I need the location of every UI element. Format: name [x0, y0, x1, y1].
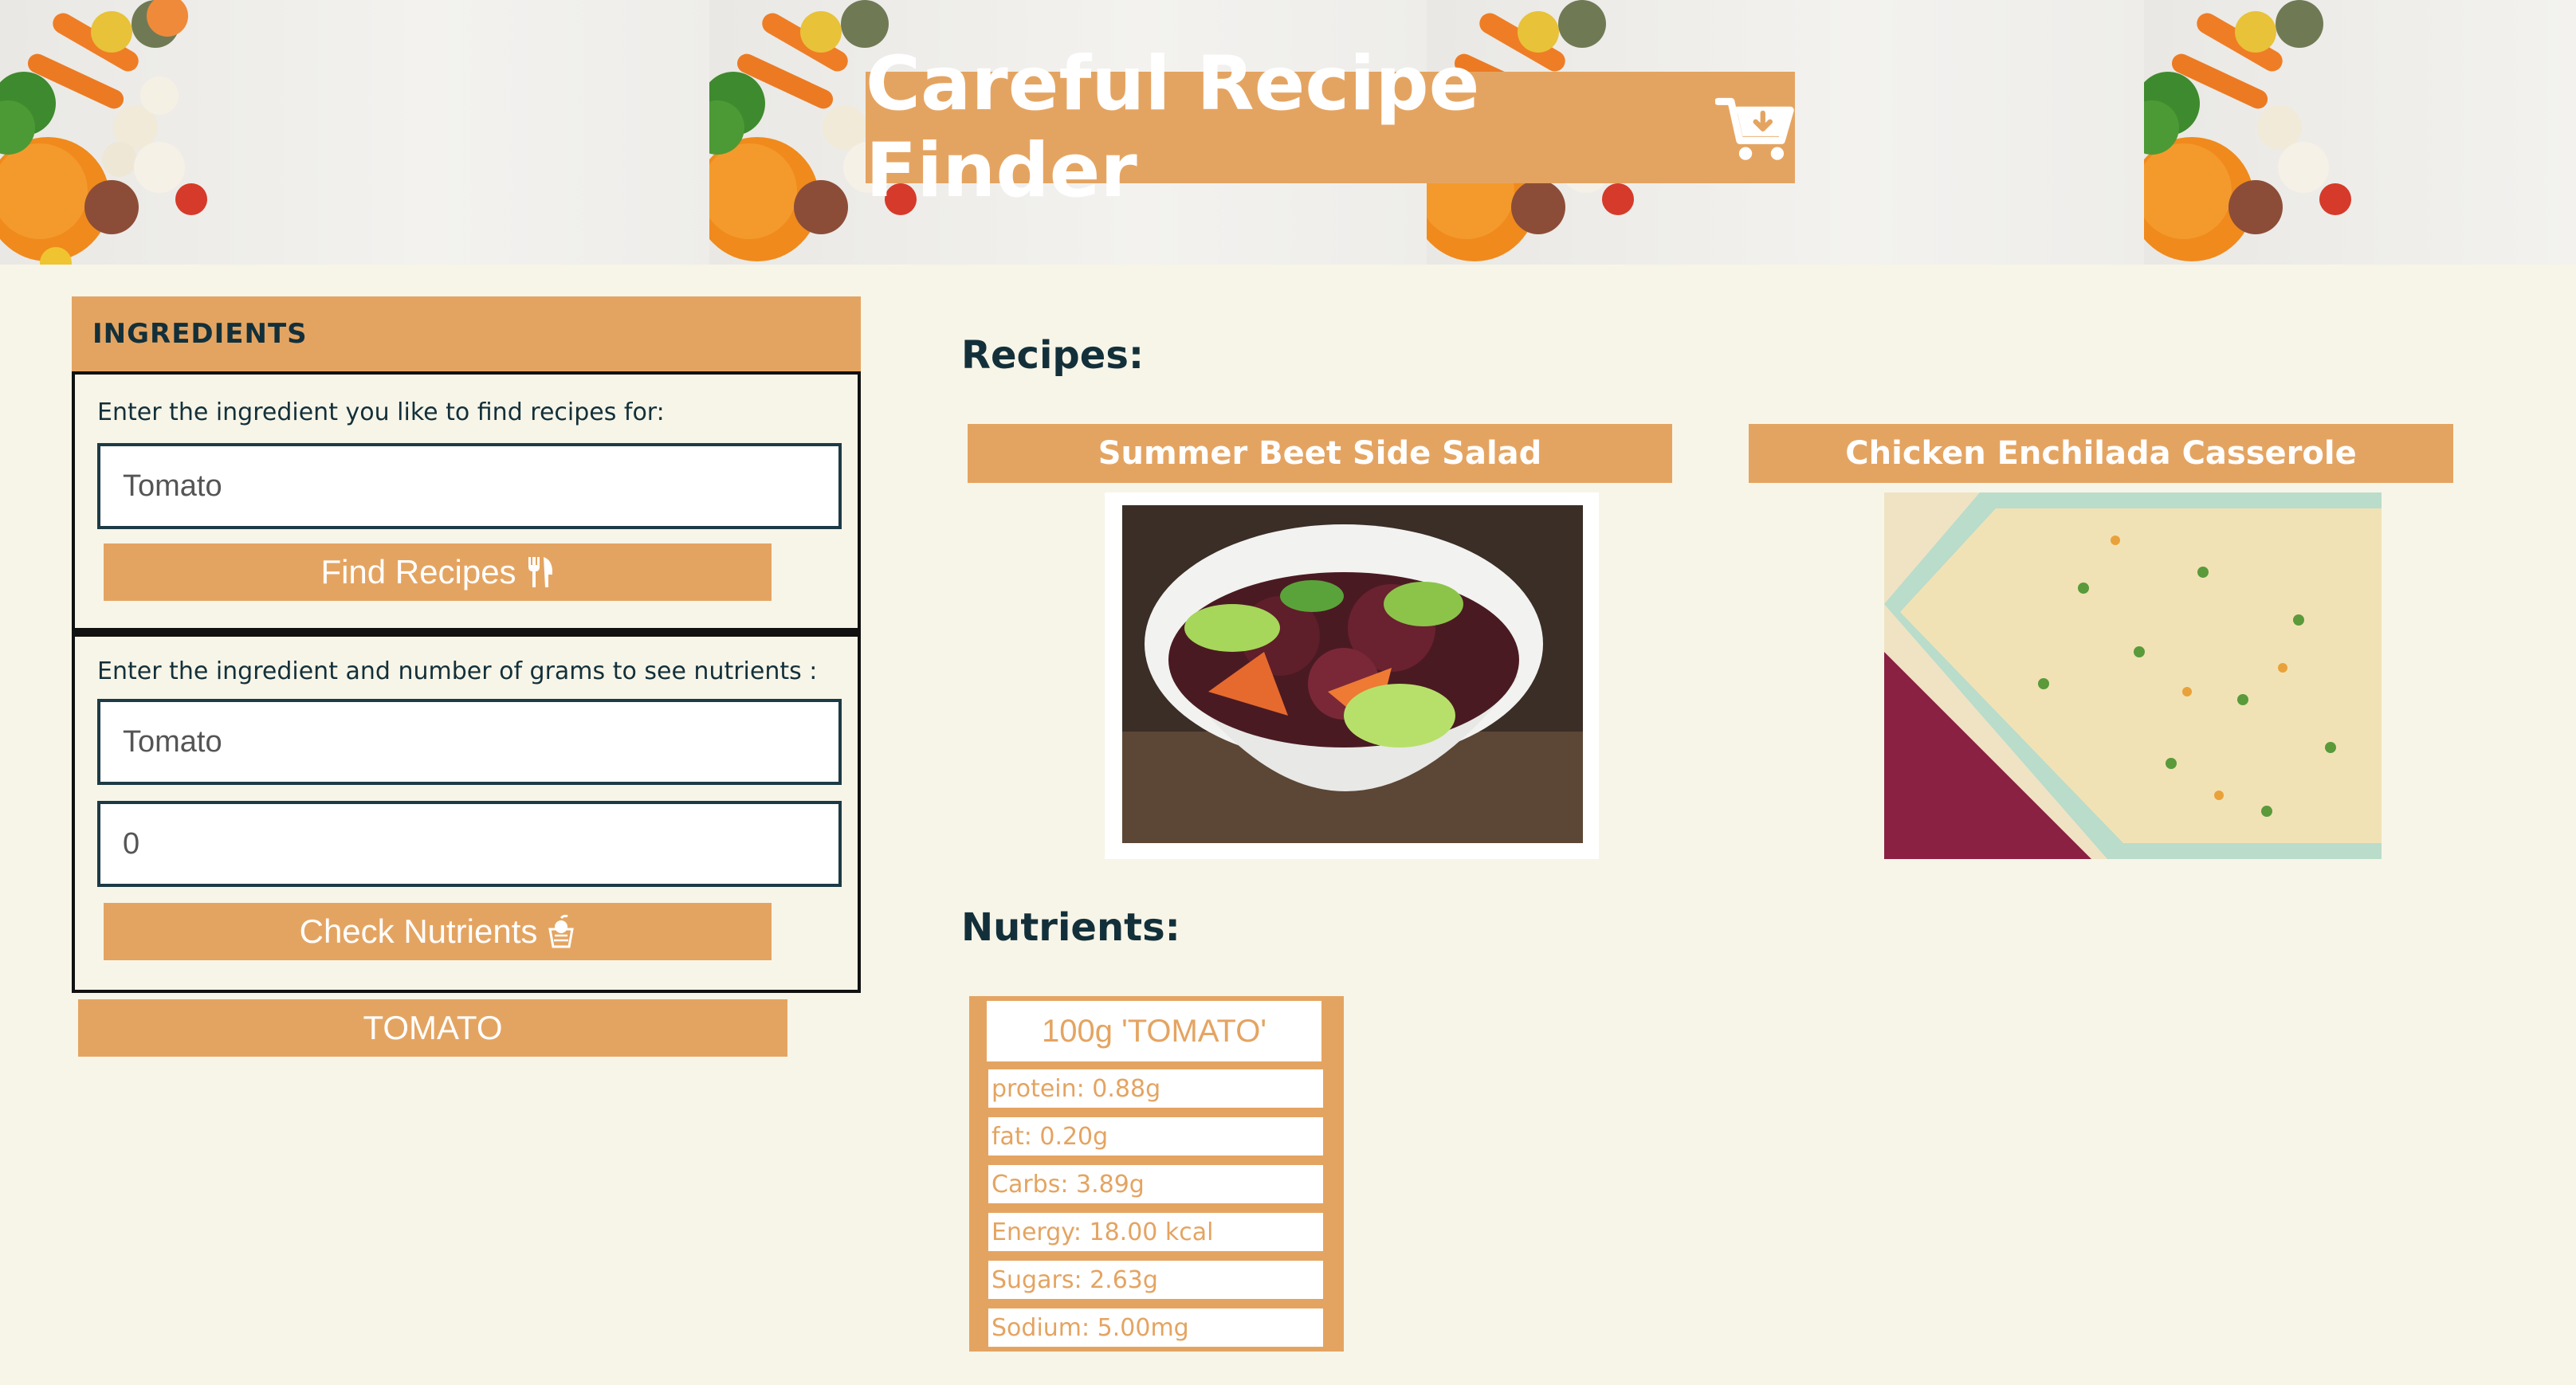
site-title: Careful Recipe Finder [866, 41, 1795, 214]
nutrient-ingredient-input[interactable] [97, 699, 842, 785]
vegetable-banner-image [0, 0, 717, 265]
apple-basket-icon [548, 915, 575, 948]
cart-download-icon [1715, 97, 1795, 160]
find-recipes-button[interactable]: Find Recipes [104, 543, 772, 601]
recipe-search-label: Enter the ingredient you like to find re… [97, 398, 665, 426]
recipe-search-form: Enter the ingredient you like to find re… [72, 371, 861, 631]
nutrient-row: fat: 0.20g [988, 1117, 1323, 1155]
nutrient-row: Energy: 18.00 kcal [988, 1213, 1323, 1251]
recipe-image-beet-salad[interactable] [1105, 492, 1599, 859]
site-title-text: Careful Recipe Finder [866, 41, 1480, 214]
nutrient-check-form: Enter the ingredient and number of grams… [72, 631, 861, 993]
recipe-card-title[interactable]: Chicken Enchilada Casserole [1749, 424, 2453, 483]
selected-ingredient-button[interactable]: TOMATO [78, 999, 787, 1057]
recipe-image-enchilada-casserole[interactable] [1884, 492, 2382, 859]
nutrient-row: Sodium: 5.00mg [988, 1308, 1323, 1347]
check-nutrients-label: Check Nutrients [299, 912, 538, 950]
recipe-ingredient-input[interactable] [97, 443, 842, 529]
check-nutrients-button[interactable]: Check Nutrients [104, 903, 772, 960]
nutrient-row: Sugars: 2.63g [988, 1261, 1323, 1299]
grams-input[interactable] [97, 801, 842, 887]
nutrients-panel-title: 100g 'TOMATO' [987, 1001, 1321, 1061]
nutrient-row: protein: 0.88g [988, 1069, 1323, 1108]
nutrients-panel: 100g 'TOMATO' protein: 0.88g fat: 0.20g … [969, 996, 1344, 1352]
recipes-heading: Recipes: [961, 333, 1145, 378]
vegetable-banner-image [2144, 0, 2576, 265]
header-banner: Careful Recipe Finder [0, 0, 2576, 265]
selected-ingredient-label: TOMATO [363, 1009, 503, 1046]
nutrient-row: Carbs: 3.89g [988, 1165, 1323, 1203]
recipe-card-title[interactable]: Summer Beet Side Salad [968, 424, 1672, 483]
find-recipes-label: Find Recipes [320, 553, 516, 590]
ingredients-header: INGREDIENTS [72, 296, 861, 371]
ingredients-header-label: INGREDIENTS [92, 318, 308, 350]
nutrients-heading: Nutrients: [961, 905, 1180, 950]
utensils-icon [528, 557, 552, 587]
nutrient-check-label: Enter the ingredient and number of grams… [97, 657, 818, 685]
